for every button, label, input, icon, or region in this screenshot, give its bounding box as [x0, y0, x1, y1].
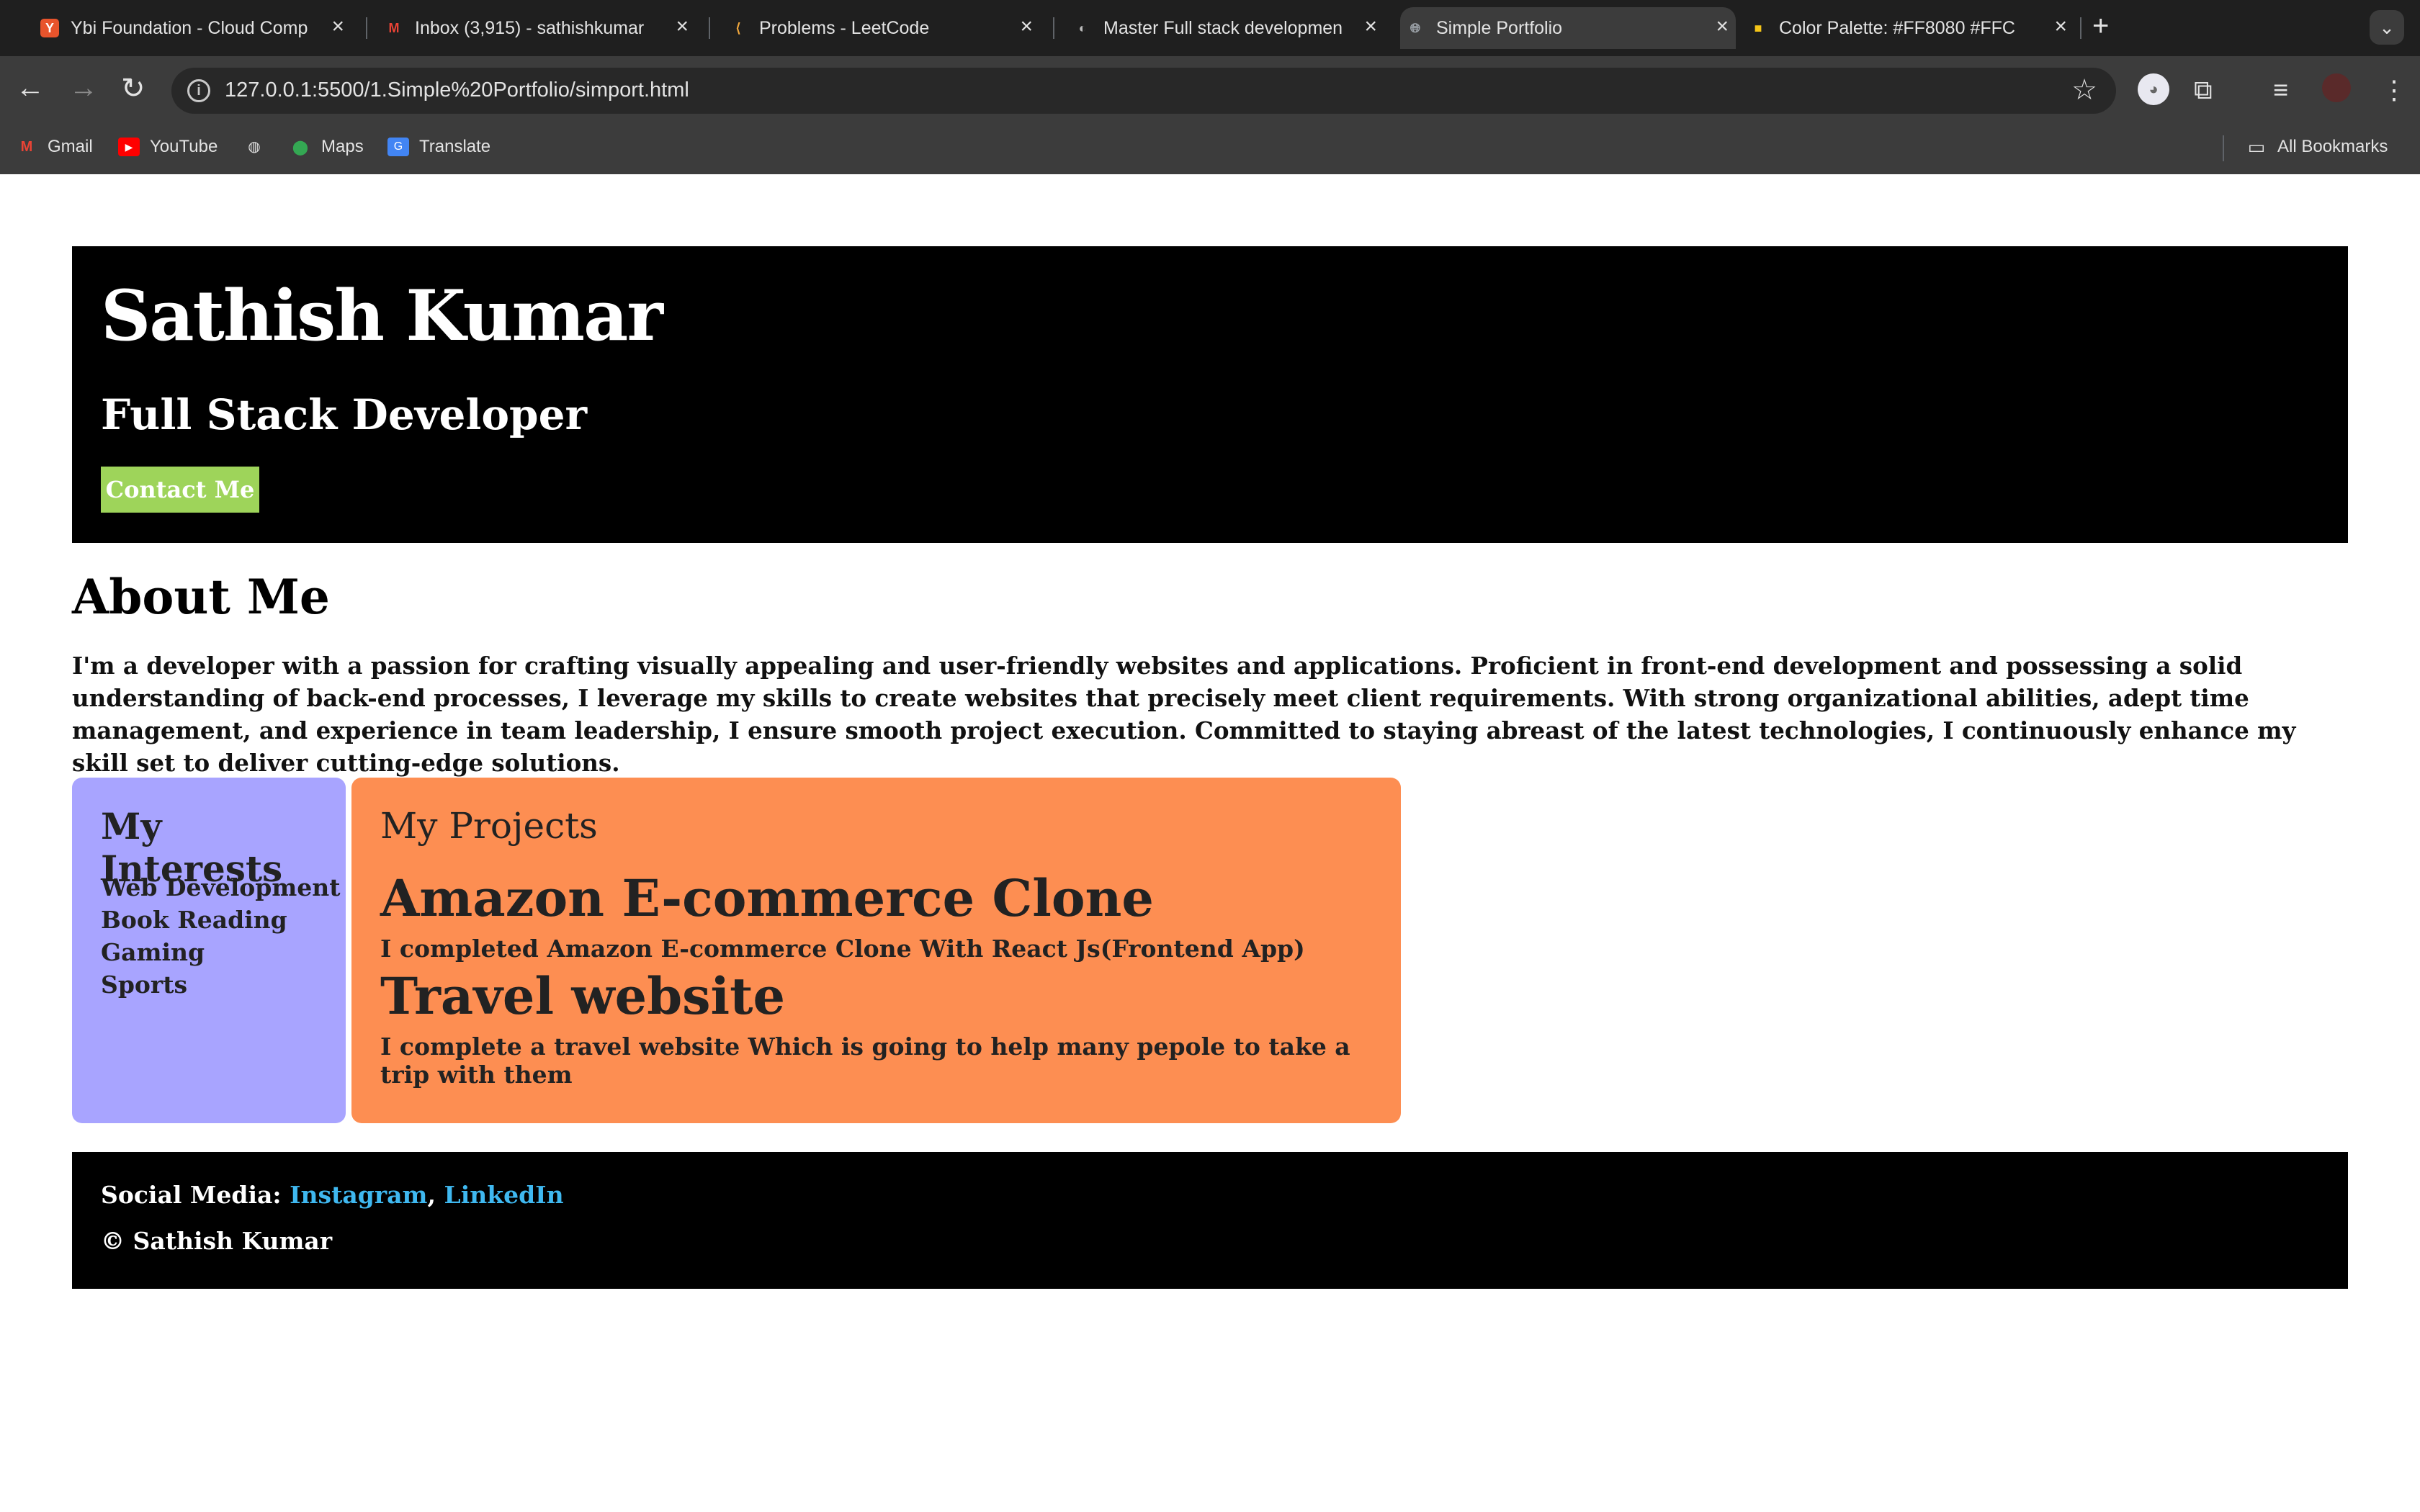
interest-item: Web Development — [101, 873, 341, 901]
folder-icon: ▭ — [2247, 135, 2266, 158]
palette-favicon-icon: ■ — [1754, 20, 1762, 35]
page-viewport: Sathish Kumar Full Stack Developer Conta… — [0, 174, 2420, 1512]
tab-color-palette[interactable]: ■ Color Palette: #FF8080 #FFC × — [1743, 7, 2074, 49]
bookmark-gmail[interactable]: M Gmail — [16, 137, 93, 157]
back-arrow-icon[interactable]: ← — [16, 72, 45, 104]
project-title: Amazon E-commerce Clone — [380, 868, 1154, 928]
close-icon[interactable]: × — [1716, 16, 1729, 37]
tab-simple-portfolio[interactable]: 🌐︎ Simple Portfolio × — [1400, 7, 1736, 49]
interests-list: Web Development Book Reading Gaming Spor… — [101, 871, 340, 1001]
url-text[interactable]: 127.0.0.1:5500/1.Simple%20Portfolio/simp… — [225, 78, 689, 102]
course-favicon-icon: ◐ — [1078, 20, 1087, 35]
reload-icon[interactable]: ↻ — [121, 72, 145, 105]
bookmark-star-icon[interactable]: ☆ — [2071, 73, 2097, 107]
bookmark-label: Translate — [419, 137, 491, 156]
reading-list-icon[interactable]: ≡ — [2273, 75, 2288, 105]
social-media-line: Social Media: Instagram, LinkedIn — [101, 1181, 564, 1209]
globe-favicon-icon: 🌐︎ — [1410, 20, 1421, 35]
youtube-icon: ▶ — [118, 138, 140, 156]
projects-card: My Projects Amazon E-commerce Clone I co… — [351, 778, 1401, 1123]
interest-item: Book Reading — [101, 906, 287, 934]
bookmarks-bar: M Gmail ▶ YouTube ◍ ⬤ Maps G Translate ▭… — [0, 124, 2420, 175]
contact-me-button[interactable]: Contact Me — [101, 467, 259, 513]
close-icon[interactable]: × — [331, 16, 344, 37]
globe-icon: ◍ — [248, 138, 261, 155]
address-bar[interactable]: i 127.0.0.1:5500/1.Simple%20Portfolio/si… — [171, 68, 2116, 114]
all-bookmarks[interactable]: ▭ All Bookmarks — [2246, 135, 2388, 158]
tab-ybi-foundation[interactable]: Y Ybi Foundation - Cloud Comp × — [35, 7, 351, 49]
kebab-menu-icon[interactable]: ⋮ — [2381, 75, 2407, 105]
copyright-text: © Sathish Kumar — [101, 1227, 333, 1255]
tab-divider — [1053, 17, 1054, 39]
tab-title: Ybi Foundation - Cloud Comp — [71, 17, 308, 38]
all-bookmarks-label: All Bookmarks — [2277, 137, 2388, 156]
bookmark-translate[interactable]: G Translate — [387, 137, 490, 157]
linkedin-link[interactable]: LinkedIn — [444, 1181, 563, 1209]
bookmark-youtube[interactable]: ▶ YouTube — [118, 137, 218, 157]
maps-icon: ⬤ — [292, 139, 309, 156]
project-title: Travel website — [380, 966, 786, 1026]
new-tab-button[interactable]: + — [2092, 10, 2109, 42]
leetcode-favicon-icon: ⟨ — [735, 20, 741, 35]
tab-search-chevron-icon[interactable]: ⌄ — [2370, 10, 2404, 45]
project-description: I complete a travel website Which is goi… — [380, 1032, 1350, 1089]
tab-divider — [709, 17, 710, 39]
interest-item: Gaming — [101, 938, 205, 966]
hero-header: Sathish Kumar Full Stack Developer Conta… — [72, 246, 2348, 543]
translate-icon: G — [387, 138, 409, 156]
extensions-puzzle-icon[interactable]: ⧉ — [2194, 75, 2213, 106]
close-icon[interactable]: × — [1020, 16, 1033, 37]
bookmark-label: YouTube — [150, 137, 218, 156]
tab-title: Color Palette: #FF8080 #FFC — [1779, 17, 2015, 38]
tab-divider — [2080, 17, 2081, 39]
forward-arrow-icon[interactable]: → — [69, 72, 98, 104]
interest-item: Sports — [101, 971, 188, 999]
link-separator: , — [427, 1181, 436, 1209]
hero-name: Sathish Kumar — [101, 275, 663, 356]
projects-heading: My Projects — [380, 805, 598, 847]
bookmark-maps[interactable]: ⬤ Maps — [290, 137, 364, 157]
hero-role: Full Stack Developer — [101, 390, 588, 439]
extension-avatar-icon[interactable]: ◕ — [2138, 73, 2169, 105]
gmail-favicon-icon: M — [388, 20, 400, 35]
tab-gmail-inbox[interactable]: M Inbox (3,915) - sathishkumar × — [379, 7, 696, 49]
gmail-icon: M — [20, 138, 33, 155]
tab-title: Inbox (3,915) - sathishkumar — [415, 17, 645, 38]
tab-leetcode[interactable]: ⟨ Problems - LeetCode × — [723, 7, 1040, 49]
project-description: I completed Amazon E-commerce Clone With… — [380, 935, 1305, 963]
bookmark-globe[interactable]: ◍ — [243, 137, 275, 156]
profile-avatar-icon[interactable] — [2322, 73, 2351, 102]
about-heading: About Me — [72, 569, 330, 625]
tab-strip: Y Ybi Foundation - Cloud Comp × M Inbox … — [0, 0, 2420, 56]
close-icon[interactable]: × — [2054, 16, 2067, 37]
social-label: Social Media: — [101, 1181, 282, 1209]
tab-title: Simple Portfolio — [1436, 17, 1563, 38]
bookmark-label: Maps — [321, 137, 364, 156]
tab-title: Problems - LeetCode — [759, 17, 930, 38]
close-icon[interactable]: × — [676, 16, 689, 37]
tab-fullstack-course[interactable]: ◐ Master Full stack developmen × — [1067, 7, 1384, 49]
site-info-icon[interactable]: i — [187, 79, 210, 102]
site-footer: Social Media: Instagram, LinkedIn © Sath… — [72, 1152, 2348, 1289]
instagram-link[interactable]: Instagram — [290, 1181, 427, 1209]
tab-divider — [366, 17, 367, 39]
tab-title: Master Full stack developmen — [1103, 17, 1343, 38]
bookmark-label: Gmail — [48, 137, 93, 156]
bookmarks-divider — [2223, 135, 2224, 161]
interests-card: My Interests Web Development Book Readin… — [72, 778, 346, 1123]
about-paragraph: I'm a developer with a passion for craft… — [72, 652, 2296, 777]
close-icon[interactable]: × — [1364, 16, 1377, 37]
browser-toolbar: ← → ↻ i 127.0.0.1:5500/1.Simple%20Portfo… — [0, 56, 2420, 124]
ybi-favicon-icon: Y — [40, 19, 59, 37]
